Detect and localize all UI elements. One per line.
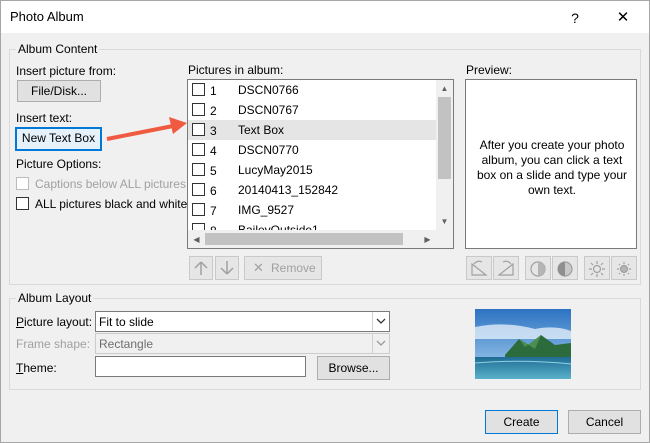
list-item[interactable]: 5 LucyMay2015 (188, 160, 436, 180)
theme-label: Theme: (16, 361, 57, 375)
browse-button[interactable]: Browse... (317, 356, 390, 380)
insert-text-label: Insert text: (16, 111, 73, 125)
decrease-brightness-button[interactable] (611, 256, 637, 280)
insert-picture-label: Insert picture from: (16, 64, 117, 78)
help-button[interactable]: ? (561, 7, 589, 29)
picture-checkbox[interactable] (192, 183, 205, 196)
remove-button-label: Remove (271, 261, 316, 275)
picture-layout-label: Picture layout: (16, 315, 93, 329)
pictures-in-album-label: Pictures in album: (188, 63, 284, 77)
picture-name: Text Box (238, 123, 285, 137)
list-item[interactable]: 3 Text Box (188, 120, 436, 140)
preview-label: Preview: (466, 63, 513, 77)
preview-pane: After you create your photo album, you c… (465, 79, 637, 249)
chevron-down-icon (376, 318, 386, 324)
black-white-checkbox[interactable] (16, 197, 29, 210)
theme-input[interactable] (95, 356, 306, 377)
frame-shape-value: Rectangle (99, 337, 154, 351)
file-disk-button-label: File/Disk... (30, 84, 87, 98)
picture-name: 20140413_152842 (238, 183, 339, 197)
remove-x-icon: ✕ (253, 260, 264, 275)
picture-number: 6 (210, 184, 217, 198)
horizontal-scrollbar[interactable]: ◀ ▶ (188, 230, 436, 248)
cancel-button-label: Cancel (585, 415, 624, 429)
picture-name: DSCN0767 (238, 103, 299, 117)
increase-brightness-button[interactable] (584, 256, 610, 280)
new-text-box-button-label: New Text Box (21, 131, 96, 145)
arrow-up-icon (194, 261, 208, 275)
picture-checkbox[interactable] (192, 143, 205, 156)
album-content-legend: Album Content (16, 42, 100, 56)
picture-number: 7 (210, 204, 217, 218)
picture-name: DSCN0770 (238, 143, 299, 157)
dialog-title: Photo Album (10, 9, 84, 24)
layout-preview-thumbnail (475, 309, 571, 379)
picture-number: 3 (210, 124, 217, 138)
scroll-right-arrow-icon[interactable]: ▶ (419, 231, 436, 248)
arrow-down-icon (220, 261, 234, 275)
list-item[interactable]: 7 IMG_9527 (188, 200, 436, 220)
frame-shape-label: Frame shape: (16, 337, 91, 351)
increase-contrast-button[interactable] (525, 256, 551, 280)
picture-name: IMG_9527 (238, 203, 295, 217)
scroll-down-arrow-icon[interactable]: ▼ (436, 213, 453, 230)
list-item[interactable]: 4 DSCN0770 (188, 140, 436, 160)
create-button-label: Create (503, 415, 540, 429)
remove-button[interactable]: ✕ Remove (244, 256, 322, 280)
brightness-down-icon (617, 262, 631, 276)
contrast-up-icon (530, 261, 546, 277)
brightness-up-icon (589, 261, 605, 277)
move-up-button[interactable] (189, 256, 213, 280)
create-button[interactable]: Create (485, 410, 558, 434)
pictures-listbox[interactable]: 1 DSCN0766 2 DSCN0767 3 Text Box 4 DSCN0770 5 Luc… (187, 79, 454, 249)
picture-layout-dropdown[interactable] (372, 312, 389, 331)
rotate-left-icon (471, 260, 488, 276)
vertical-scrollbar[interactable]: ▲ ▼ (436, 80, 453, 230)
scrollbar-corner (436, 230, 453, 248)
contrast-down-icon (557, 261, 573, 277)
picture-layout-select[interactable]: Fit to slide (95, 311, 390, 332)
chevron-down-icon (376, 340, 386, 346)
file-disk-button[interactable]: File/Disk... (17, 80, 101, 102)
scroll-up-arrow-icon[interactable]: ▲ (436, 80, 453, 97)
picture-checkbox[interactable] (192, 123, 205, 136)
preview-text: After you create your photo album, you c… (476, 138, 628, 197)
picture-number: 5 (210, 164, 217, 178)
rotate-left-button[interactable] (466, 256, 492, 280)
picture-checkbox[interactable] (192, 103, 205, 116)
captions-checkbox[interactable] (16, 177, 29, 190)
picture-checkbox[interactable] (192, 83, 205, 96)
black-white-option-label: ALL pictures black and white (35, 197, 188, 211)
frame-shape-dropdown[interactable] (372, 334, 389, 353)
captions-option-label: Captions below ALL pictures (35, 177, 186, 191)
annotation-arrow-icon (106, 117, 187, 141)
frame-shape-select[interactable]: Rectangle (95, 333, 390, 354)
new-text-box-button[interactable]: New Text Box (15, 127, 102, 151)
cancel-button[interactable]: Cancel (568, 410, 641, 434)
picture-checkbox[interactable] (192, 203, 205, 216)
scroll-left-arrow-icon[interactable]: ◀ (188, 231, 205, 248)
picture-number: 2 (210, 104, 217, 118)
close-button[interactable]: ✕ (609, 7, 637, 29)
list-item[interactable]: 2 DSCN0767 (188, 100, 436, 120)
picture-name: DSCN0766 (238, 83, 299, 97)
picture-name: LucyMay2015 (238, 163, 313, 177)
photo-album-dialog: Photo Album ? ✕ Album Content Insert pic… (0, 0, 650, 443)
title-bar: Photo Album ? ✕ (1, 1, 649, 33)
rotate-right-icon (497, 260, 514, 276)
decrease-contrast-button[interactable] (552, 256, 578, 280)
picture-number: 1 (210, 84, 217, 98)
list-item[interactable]: 6 20140413_152842 (188, 180, 436, 200)
browse-button-label: Browse... (328, 361, 379, 375)
picture-options-label: Picture Options: (16, 157, 102, 171)
move-down-button[interactable] (215, 256, 239, 280)
vertical-scroll-thumb[interactable] (438, 97, 451, 179)
picture-layout-value: Fit to slide (99, 315, 154, 329)
list-item[interactable]: 1 DSCN0766 (188, 80, 436, 100)
picture-number: 4 (210, 144, 217, 158)
rotate-right-button[interactable] (493, 256, 519, 280)
album-layout-legend: Album Layout (16, 291, 94, 305)
picture-checkbox[interactable] (192, 163, 205, 176)
horizontal-scroll-thumb[interactable] (205, 233, 403, 245)
